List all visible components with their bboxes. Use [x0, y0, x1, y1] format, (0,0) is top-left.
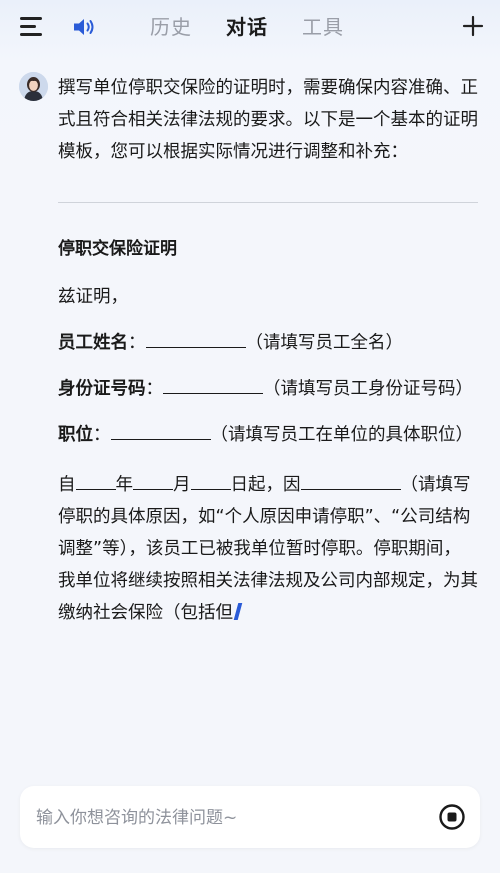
field-label: 员工姓名 — [58, 333, 128, 353]
divider — [58, 202, 478, 203]
body-text: （请填写停职的具体原因，如“个人原因申请停职”、“公司结构调整”等），该员工已被… — [58, 475, 478, 623]
chat-input-bar — [20, 786, 480, 850]
field-id-number: 身份证号码： （请填写员工身份证号码） — [58, 373, 478, 405]
blank-line — [163, 375, 263, 394]
field-label: 职位 — [58, 425, 93, 445]
plus-icon[interactable] — [462, 15, 484, 37]
body-text: 年 — [115, 475, 134, 495]
field-hint: （请填写员工全名） — [245, 333, 404, 353]
certificate-body: 自 年 月 日起，因 （请填写停职的具体原因，如“个人原因申请停职”、“公司结构调整”等… — [58, 469, 478, 629]
stop-icon[interactable] — [438, 803, 466, 831]
field-label: 身份证号码 — [58, 379, 146, 399]
body-text: 月 — [173, 475, 191, 495]
field-colon: ： — [128, 333, 146, 353]
tab-chat[interactable]: 对话 — [226, 12, 268, 42]
speaker-icon[interactable] — [71, 14, 97, 40]
question-input[interactable] — [34, 786, 428, 850]
assistant-avatar — [19, 72, 48, 101]
typing-cursor — [233, 603, 243, 620]
tab-tools[interactable]: 工具 — [302, 12, 344, 42]
salutation: 兹证明， — [58, 287, 128, 307]
tab-bar: 历史 对话 工具 — [150, 12, 378, 42]
blank-line — [133, 471, 173, 490]
blank-line — [300, 471, 401, 490]
menu-icon[interactable] — [20, 15, 44, 37]
body-text: 自 — [58, 475, 76, 495]
blank-line — [190, 471, 231, 490]
intro-text: 撰写单位停职交保险的证明时，需要确保内容准确、正式且符合相关法律法规的要求。以下… — [58, 78, 478, 162]
field-position: 职位： （请填写员工在单位的具体职位） — [58, 419, 478, 451]
field-colon: ： — [145, 379, 164, 399]
blank-line — [145, 329, 246, 348]
field-employee-name: 员工姓名： （请填写员工全名） — [58, 327, 478, 359]
certificate-title: 停职交保险证明 — [58, 239, 177, 259]
top-bar: 历史 对话 工具 — [0, 0, 500, 56]
field-hint: （请填写员工身份证号码） — [263, 379, 473, 399]
field-hint: （请填写员工在单位的具体职位） — [210, 425, 474, 445]
assistant-message: 撰写单位停职交保险的证明时，需要确保内容准确、正式且符合相关法律法规的要求。以下… — [58, 72, 478, 629]
field-colon: ： — [93, 425, 111, 445]
tab-history[interactable]: 历史 — [150, 12, 192, 42]
blank-line — [75, 471, 116, 490]
body-text: 日起，因 — [230, 475, 301, 495]
blank-line — [110, 421, 211, 440]
